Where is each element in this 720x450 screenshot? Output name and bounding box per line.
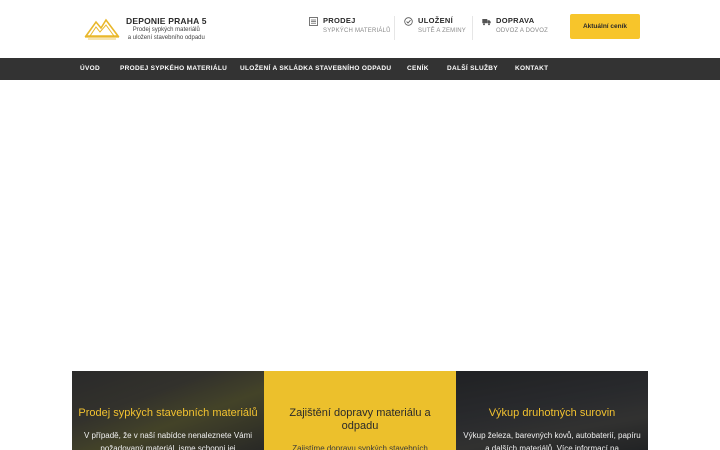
header-info-subtitle: SUTĚ A ZEMINY bbox=[418, 28, 466, 34]
page: DEPONIE PRAHA 5 Prodej sypkých materiálů… bbox=[0, 0, 720, 450]
card-title: Prodej sypkých stavebních materiálů bbox=[78, 407, 258, 419]
card-text: Zajistíme dopravu sypkých stavebních bbox=[292, 444, 428, 450]
hero-area bbox=[0, 80, 720, 371]
nav-item-cenik[interactable]: CENÍK bbox=[407, 58, 429, 80]
truck-icon bbox=[482, 19, 491, 26]
list-icon bbox=[309, 17, 318, 26]
header-info-prodej: PRODEJ SYPKÝCH MATERIÁLŮ bbox=[309, 14, 393, 42]
nav-item-kontakt[interactable]: KONTAKT bbox=[515, 58, 548, 80]
feature-card-vykup[interactable]: Výkup druhotných surovin Výkup železa, b… bbox=[456, 371, 648, 450]
card-title: Výkup druhotných surovin bbox=[488, 407, 616, 419]
check-circle-icon bbox=[404, 17, 413, 26]
nav-item-dalsi-sluzby[interactable]: DALŠÍ SLUŽBY bbox=[447, 58, 498, 80]
pricing-cta-button[interactable]: Aktuální ceník bbox=[570, 14, 640, 39]
card-title: Zajištění dopravy materiálu a odpadu bbox=[289, 407, 431, 432]
logo-title: DEPONIE PRAHA 5 bbox=[126, 16, 207, 26]
header-info-title: ULOŽENÍ bbox=[418, 16, 454, 25]
site-header: DEPONIE PRAHA 5 Prodej sypkých materiálů… bbox=[0, 0, 720, 58]
card-text: V případě, že v naší nabídce nenaleznete… bbox=[83, 431, 253, 450]
logo-subtitle-line1: Prodej sypkých materiálů bbox=[132, 27, 200, 33]
header-divider bbox=[472, 16, 473, 40]
header-info-subtitle: SYPKÝCH MATERIÁLŮ bbox=[323, 28, 391, 34]
header-info-title: DOPRAVA bbox=[496, 16, 535, 25]
header-info-doprava: DOPRAVA ODVOZ A DOVOZ bbox=[482, 14, 552, 42]
main-nav: ÚVOD PRODEJ SYPKÉHO MATERIÁLU ULOŽENÍ A … bbox=[0, 58, 720, 80]
feature-cards: Prodej sypkých stavebních materiálů V př… bbox=[72, 371, 648, 450]
nav-item-ulozeni[interactable]: ULOŽENÍ A SKLÁDKA STAVEBNÍHO ODPADU bbox=[240, 58, 391, 80]
feature-card-doprava[interactable]: Zajištění dopravy materiálu a odpadu Zaj… bbox=[264, 371, 456, 450]
card-text: Výkup železa, barevných kovů, autobateri… bbox=[463, 431, 641, 450]
header-info-ulozeni: ULOŽENÍ SUTĚ A ZEMINY bbox=[404, 14, 474, 42]
header-info-title: PRODEJ bbox=[323, 16, 356, 25]
logo-mountain-icon bbox=[84, 18, 120, 40]
logo[interactable]: DEPONIE PRAHA 5 Prodej sypkých materiálů… bbox=[84, 14, 207, 42]
header-info-subtitle: ODVOZ A DOVOZ bbox=[496, 28, 548, 34]
header-divider bbox=[394, 16, 395, 40]
feature-card-prodej[interactable]: Prodej sypkých stavebních materiálů V př… bbox=[72, 371, 264, 450]
logo-subtitle-line2: a uložení stavebního odpadu bbox=[127, 35, 205, 41]
nav-item-prodej[interactable]: PRODEJ SYPKÉHO MATERIÁLU bbox=[120, 58, 227, 80]
nav-item-uvod[interactable]: ÚVOD bbox=[80, 58, 100, 80]
